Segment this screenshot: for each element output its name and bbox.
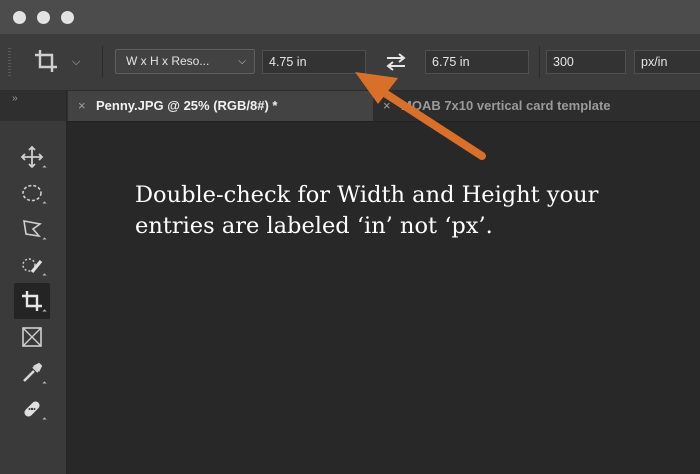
height-input[interactable]: 6.75 in (425, 50, 529, 74)
width-input[interactable]: 4.75 in (262, 50, 366, 74)
collapse-panel-icon[interactable]: ›› (12, 93, 18, 104)
resolution-unit-select[interactable]: px/in (634, 50, 700, 74)
annotation-line-2: entries are labeled ‘in’ not ‘px’. (135, 213, 493, 239)
quick-selection-tool[interactable] (14, 247, 50, 283)
document-canvas[interactable] (67, 122, 700, 474)
window-close-button[interactable] (13, 11, 26, 24)
options-bar-grip[interactable] (8, 48, 11, 76)
annotation-line-1: Double-check for Width and Height your (135, 182, 599, 208)
tab-close-icon[interactable]: × (78, 91, 96, 121)
chevron-down-icon: ⌵ (238, 56, 246, 67)
tab-penny-jpg[interactable]: × Penny.JPG @ 25% (RGB/8#) * (68, 91, 373, 121)
move-tool[interactable] (14, 139, 50, 175)
resolution-unit-label: px/in (641, 55, 668, 69)
options-divider (539, 46, 540, 78)
lasso-tool[interactable] (14, 211, 50, 247)
frame-icon (22, 327, 42, 347)
ratio-preset-dropdown[interactable]: W x H x Reso... ⌵ (115, 49, 255, 74)
tab-moab-card-template[interactable]: × MOAB 7x10 vertical card template (373, 91, 700, 121)
marquee-tool[interactable] (14, 175, 50, 211)
height-input-value: 6.75 in (432, 55, 470, 69)
window-zoom-button[interactable] (61, 11, 74, 24)
healing-brush-tool[interactable] (14, 391, 50, 427)
document-tab-bar: × Penny.JPG @ 25% (RGB/8#) * × MOAB 7x10 v… (0, 91, 700, 122)
tools-panel-header: ›› (0, 91, 66, 121)
polygonal-lasso-icon (23, 220, 42, 238)
eyedropper-tool[interactable] (14, 355, 50, 391)
healing-brush-icon (24, 401, 40, 417)
resolution-input-value: 300 (553, 55, 574, 69)
window-minimize-button[interactable] (37, 11, 50, 24)
tab-label: Penny.JPG @ 25% (RGB/8#) * (96, 98, 278, 113)
tab-label: MOAB 7x10 vertical card template (401, 98, 611, 113)
crop-icon (22, 291, 42, 311)
crop-tool[interactable] (14, 283, 50, 319)
width-input-value: 4.75 in (269, 55, 307, 69)
tab-close-icon[interactable]: × (383, 91, 401, 121)
eyedropper-icon (23, 362, 43, 382)
options-bar: ⌵ W x H x Reso... ⌵ 4.75 in 6.75 in 300 … (0, 34, 700, 91)
annotation-text: Double-check for Width and Height your e… (135, 180, 695, 242)
options-divider (102, 46, 103, 78)
window-titlebar (0, 0, 700, 34)
frame-tool[interactable] (14, 319, 50, 355)
swap-arrows-icon[interactable] (383, 52, 409, 72)
move-icon (20, 145, 44, 169)
resolution-input[interactable]: 300 (546, 50, 626, 74)
ratio-preset-label: W x H x Reso... (126, 54, 210, 68)
crop-icon[interactable] (32, 48, 60, 74)
tool-preset-chevron-icon[interactable]: ⌵ (72, 56, 80, 69)
tools-panel: ›› (0, 91, 67, 474)
elliptical-marquee-icon (22, 184, 42, 202)
quick-selection-icon (22, 258, 43, 274)
